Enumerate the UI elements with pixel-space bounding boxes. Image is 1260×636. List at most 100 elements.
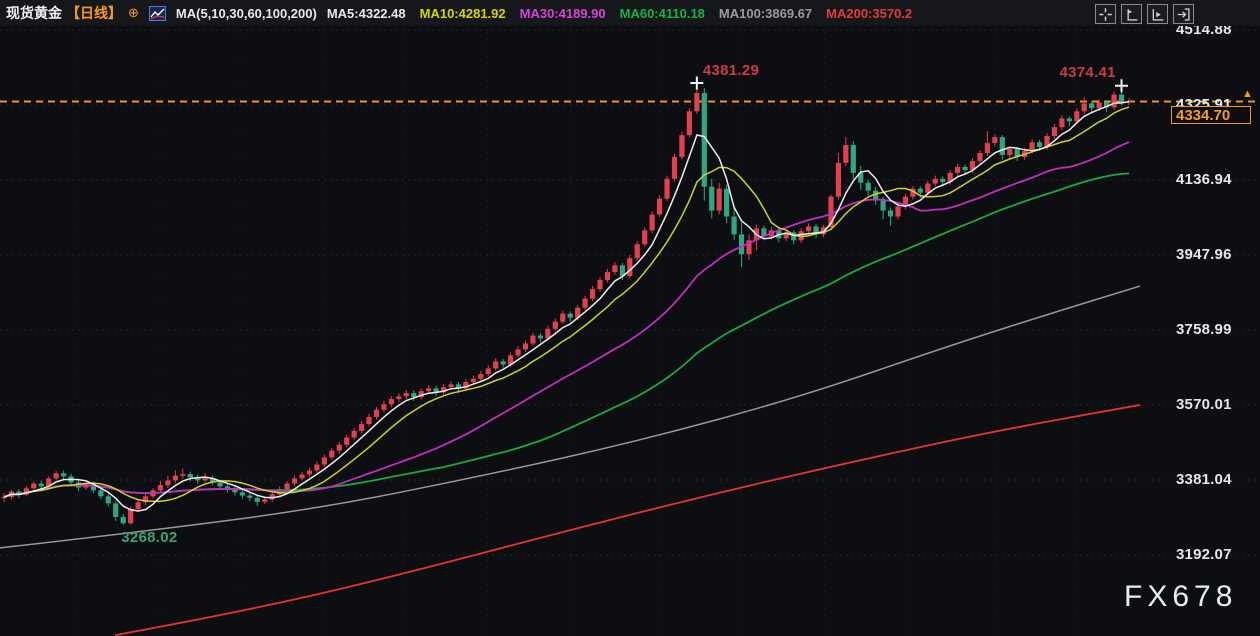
- candle: [843, 145, 848, 163]
- exit-chart-icon[interactable]: [1173, 4, 1194, 24]
- ma-value-label: MA30:4189.90: [520, 6, 606, 21]
- chart-toolbar: [1095, 4, 1194, 24]
- candle: [381, 404, 386, 410]
- candle: [530, 336, 535, 344]
- axis-price-label: 3381.04: [1176, 471, 1254, 488]
- candle: [307, 470, 312, 474]
- price-direction-arrow-icon: ▲: [1242, 89, 1253, 100]
- candle: [955, 167, 960, 173]
- candle: [31, 484, 36, 489]
- current-price-value: 4334.70: [1176, 107, 1230, 124]
- candle: [359, 424, 364, 431]
- candle: [329, 451, 334, 458]
- candle: [523, 343, 528, 349]
- candle: [39, 484, 44, 487]
- candle: [672, 157, 677, 179]
- candle: [1111, 95, 1116, 108]
- candle: [501, 361, 506, 364]
- candle: [1067, 118, 1072, 121]
- candle: [136, 502, 141, 509]
- candle: [694, 93, 699, 111]
- candle: [426, 388, 431, 391]
- ma-values: MA5:4322.48 MA10:4281.92 MA30:4189.90 MA60:…: [327, 6, 912, 21]
- axis-price-label: 4136.94: [1176, 171, 1254, 188]
- candle: [664, 179, 669, 199]
- candle: [583, 299, 588, 308]
- candle: [285, 484, 290, 490]
- candle: [448, 384, 453, 387]
- candle: [739, 234, 744, 254]
- pan-crosshair-icon[interactable]: [1095, 4, 1116, 24]
- candle: [866, 183, 871, 191]
- candle: [54, 473, 59, 478]
- candle: [1052, 127, 1057, 136]
- candle: [61, 473, 66, 476]
- candle: [940, 179, 945, 182]
- candle: [612, 265, 617, 272]
- candle: [806, 226, 811, 231]
- candle: [404, 393, 409, 396]
- candle: [717, 189, 722, 211]
- ma-value-label: MA60:4110.18: [620, 6, 705, 21]
- ma-value-label: MA10:4281.92: [420, 6, 506, 21]
- candle: [322, 457, 327, 464]
- scale-axis-flag-icon[interactable]: [1121, 4, 1142, 24]
- candle: [687, 111, 692, 135]
- candle: [1097, 103, 1102, 109]
- ma-value-label: MA200:3570.2: [826, 6, 912, 21]
- candle: [180, 474, 185, 476]
- candle: [709, 187, 714, 211]
- axis-price-label: 3570.01: [1176, 396, 1254, 413]
- candle: [121, 517, 126, 523]
- candle: [486, 368, 491, 374]
- chart-canvas[interactable]: [0, 0, 1260, 636]
- candle: [478, 374, 483, 379]
- candle: [1059, 118, 1064, 127]
- candle: [240, 492, 245, 495]
- candle: [851, 145, 856, 173]
- candle: [493, 361, 498, 368]
- candle: [836, 163, 841, 197]
- candle: [985, 143, 990, 153]
- candle: [471, 379, 476, 382]
- candle: [724, 189, 729, 217]
- candle: [352, 431, 357, 438]
- candle: [344, 438, 349, 445]
- ma-value-label: MA100:3869.67: [719, 6, 812, 21]
- candle: [411, 393, 416, 397]
- candle: [1037, 142, 1042, 147]
- candle: [292, 478, 297, 483]
- candle: [657, 199, 662, 215]
- chart-header: 现货黄金 【日线】 ⊕ MA(5,10,30,60,100,200) MA5:4…: [0, 0, 1260, 26]
- candle: [1007, 149, 1012, 155]
- axis-price-label: 3947.96: [1176, 246, 1254, 263]
- candle: [374, 410, 379, 417]
- candle: [366, 417, 371, 424]
- candle: [188, 474, 193, 477]
- indicator-chart-icon[interactable]: [149, 6, 166, 21]
- candle: [1119, 95, 1124, 102]
- candle: [106, 496, 111, 503]
- scale-axis-play-icon[interactable]: [1147, 4, 1168, 24]
- candle: [553, 322, 558, 329]
- candle: [337, 445, 342, 451]
- candle: [962, 167, 967, 170]
- axis-price-label: 3758.99: [1176, 321, 1254, 338]
- candle: [299, 474, 304, 478]
- candle: [314, 465, 319, 471]
- candle: [992, 137, 997, 143]
- ma-value-label: MA5:4322.48: [327, 6, 406, 21]
- candle: [128, 509, 133, 523]
- watermark: FX678: [1124, 580, 1237, 614]
- current-price-tag: 4334.70: [1171, 106, 1251, 124]
- candle: [255, 498, 260, 502]
- add-indicator-icon[interactable]: ⊕: [128, 5, 139, 21]
- candle: [918, 189, 923, 193]
- candle: [98, 490, 103, 496]
- candle: [203, 478, 208, 480]
- candle: [173, 476, 178, 481]
- candle: [247, 495, 252, 497]
- candle: [635, 244, 640, 258]
- candle: [679, 135, 684, 157]
- axis-price-label: 3192.07: [1176, 546, 1254, 563]
